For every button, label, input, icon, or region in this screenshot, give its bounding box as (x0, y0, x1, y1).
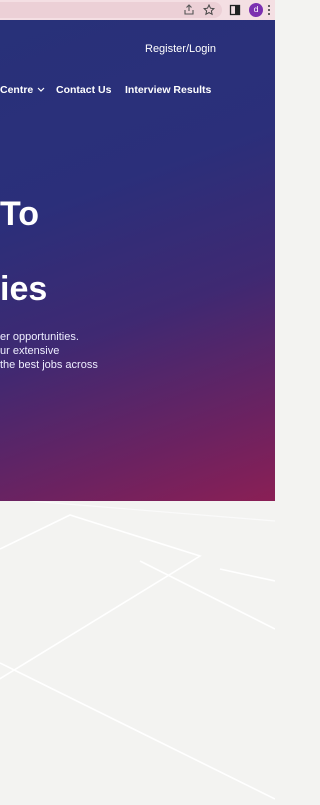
register-login-link[interactable]: Register/Login (145, 43, 216, 55)
browser-toolbar: d (0, 0, 275, 21)
content-background (0, 501, 275, 805)
nav-item-centre[interactable]: Centre (0, 84, 45, 96)
share-icon[interactable] (182, 3, 196, 17)
hero-title-line-2: ies (0, 270, 48, 308)
hero-description-line: er opportunities. (0, 331, 79, 343)
profile-avatar[interactable]: d (249, 3, 263, 17)
hero-section: Register/Login Centre Contact Us Intervi… (0, 20, 275, 501)
hero-title-line-1: To (0, 195, 40, 233)
hero-description-line: ur extensive (0, 345, 60, 357)
nav-item-interview-results[interactable]: Interview Results (125, 84, 211, 96)
hero-description-line: the best jobs across (0, 359, 98, 371)
nav-item-contact-us[interactable]: Contact Us (56, 84, 111, 96)
nav-item-label: Centre (0, 84, 34, 96)
menu-icon[interactable] (268, 3, 272, 17)
sidebar-icon[interactable] (228, 3, 242, 17)
hero-description: er opportunities. ur extensive the best … (0, 330, 275, 372)
chevron-down-icon (37, 84, 45, 96)
star-icon[interactable] (202, 3, 216, 17)
background-pattern (0, 501, 275, 800)
